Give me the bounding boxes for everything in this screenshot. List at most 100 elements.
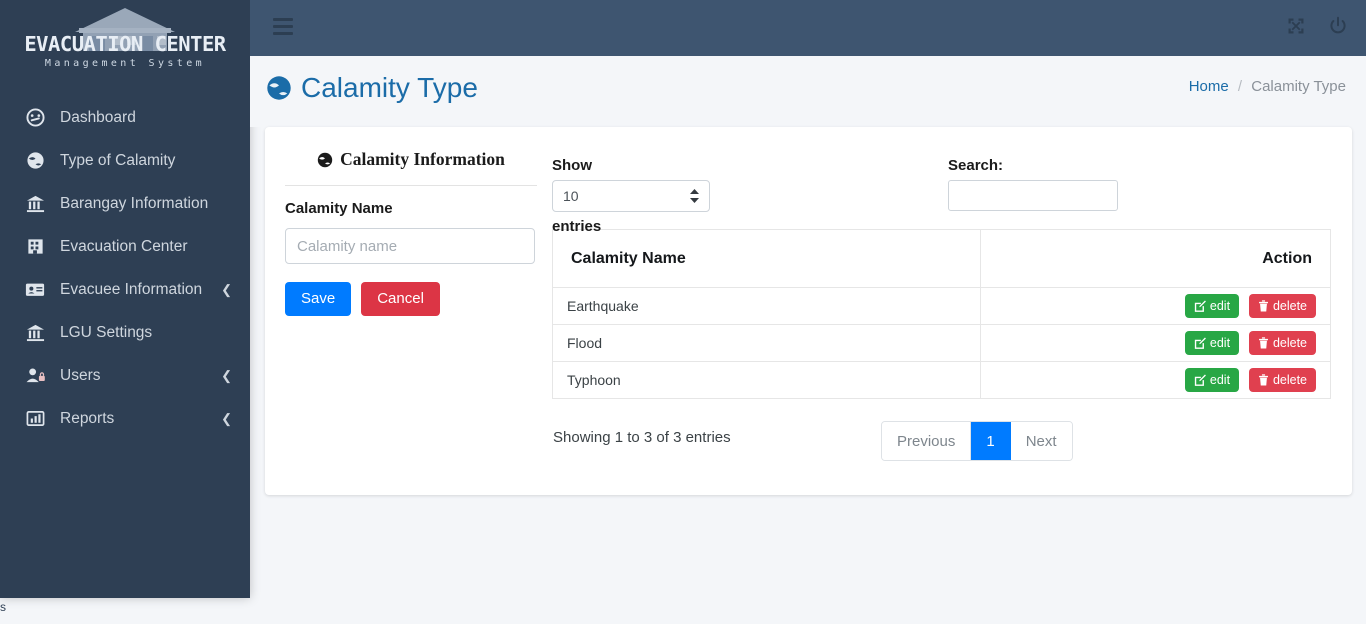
hamburger-icon[interactable] xyxy=(273,18,295,36)
table-header-row: Calamity Name Action xyxy=(552,229,1331,288)
table-row: Typhoon edit delete xyxy=(552,361,1331,399)
page-length-control: Show 10 entries xyxy=(552,157,710,235)
brand-subtitle: Management System xyxy=(44,58,206,69)
sidebar-item-users[interactable]: Users ❮ xyxy=(0,354,250,397)
table-footer: Showing 1 to 3 of 3 entries Previous 1 N… xyxy=(552,421,1332,465)
edit-button[interactable]: edit xyxy=(1184,368,1240,392)
table-search: Search: xyxy=(948,157,1118,211)
sidebar-item-evacuee-information[interactable]: Evacuee Information ❮ xyxy=(0,268,250,311)
sidebar-item-label: Evacuee Information xyxy=(60,280,203,298)
calamity-form: Calamity Information Calamity Name Save … xyxy=(285,149,537,316)
sidebar-item-label: Dashboard xyxy=(60,108,136,126)
building-icon xyxy=(22,237,48,257)
pagination: Previous 1 Next xyxy=(881,421,1073,461)
brand-title: EVACUATION CENTER xyxy=(24,32,226,56)
page-length-value: 10 xyxy=(563,188,579,204)
table-controls: Show 10 entries Search: xyxy=(552,147,1332,235)
sidebar-item-label: Type of Calamity xyxy=(60,151,176,169)
sidebar-item-evacuation-center[interactable]: Evacuation Center xyxy=(0,225,250,268)
expand-arrows-icon[interactable] xyxy=(1286,16,1306,41)
delete-button[interactable]: delete xyxy=(1248,294,1316,318)
search-label: Search: xyxy=(948,157,1004,174)
cell-calamity-name: Earthquake xyxy=(552,287,981,325)
pagination-page-1[interactable]: 1 xyxy=(971,422,1011,460)
pencil-square-icon xyxy=(1194,374,1206,386)
chevron-left-icon: ❮ xyxy=(221,411,232,426)
table-info: Showing 1 to 3 of 3 entries xyxy=(553,429,731,446)
id-card-icon xyxy=(22,280,48,300)
globe-icon xyxy=(22,151,48,171)
page-title: Calamity Type xyxy=(266,72,478,104)
tachometer-icon xyxy=(22,108,48,128)
edit-button-label: edit xyxy=(1209,336,1231,350)
cancel-button[interactable]: Cancel xyxy=(361,282,440,316)
trash-icon xyxy=(1258,337,1269,349)
pencil-square-icon xyxy=(1194,337,1206,349)
pagination-previous[interactable]: Previous xyxy=(882,422,972,460)
sidebar-item-label: Reports xyxy=(60,409,115,427)
page-length-select[interactable]: 10 xyxy=(552,180,710,212)
sidebar-nav: Dashboard Type of Calamity Barangay Info… xyxy=(0,96,250,440)
table-head: Calamity Name Action xyxy=(552,229,1331,288)
sidebar-item-reports[interactable]: Reports ❮ xyxy=(0,397,250,440)
delete-button-label: delete xyxy=(1272,336,1307,350)
app-root: EVACUATION CENTER Management System Dash… xyxy=(0,0,1366,624)
power-off-icon[interactable] xyxy=(1328,16,1348,41)
globe-icon xyxy=(317,152,333,168)
delete-button[interactable]: delete xyxy=(1248,368,1316,392)
breadcrumb-home-link[interactable]: Home xyxy=(1189,78,1229,95)
topbar xyxy=(250,0,1366,56)
page-title-text: Calamity Type xyxy=(301,72,478,103)
user-lock-icon xyxy=(22,366,48,386)
trash-icon xyxy=(1258,300,1269,312)
sidebar-item-dashboard[interactable]: Dashboard xyxy=(0,96,250,139)
table-row: Flood edit delete xyxy=(552,324,1331,362)
calamity-name-label: Calamity Name xyxy=(285,200,393,217)
page-header: Calamity Type Home / Calamity Type xyxy=(250,56,1366,127)
edit-button-label: edit xyxy=(1209,299,1231,313)
delete-button-label: delete xyxy=(1272,373,1307,387)
edit-button[interactable]: edit xyxy=(1184,331,1240,355)
form-actions: Save Cancel xyxy=(285,282,537,316)
edit-button[interactable]: edit xyxy=(1184,294,1240,318)
brand-logo[interactable]: EVACUATION CENTER Management System xyxy=(0,0,250,82)
cell-actions: edit delete xyxy=(980,361,1331,399)
trash-icon xyxy=(1258,374,1269,386)
sidebar: EVACUATION CENTER Management System Dash… xyxy=(0,0,250,598)
table-row: Earthquake edit delete xyxy=(552,287,1331,325)
breadcrumb-current: Calamity Type xyxy=(1251,78,1346,95)
calamity-table-section: Show 10 entries Search: Calamity Name Ac… xyxy=(552,147,1332,465)
sidebar-item-label: Users xyxy=(60,366,101,384)
pencil-square-icon xyxy=(1194,300,1206,312)
sidebar-item-barangay-information[interactable]: Barangay Information xyxy=(0,182,250,225)
sidebar-item-label: Evacuation Center xyxy=(60,237,188,255)
chart-bar-icon xyxy=(22,409,48,429)
sidebar-item-label: LGU Settings xyxy=(60,323,153,341)
globe-icon xyxy=(266,75,292,101)
delete-button[interactable]: delete xyxy=(1248,331,1316,355)
edit-button-label: edit xyxy=(1209,373,1231,387)
search-input[interactable] xyxy=(948,180,1118,211)
calamity-table: Calamity Name Action Earthquake edit del… xyxy=(552,229,1331,399)
cell-calamity-name: Typhoon xyxy=(552,361,981,399)
chevron-updown-icon xyxy=(689,188,700,204)
save-button[interactable]: Save xyxy=(285,282,352,316)
bank-icon xyxy=(22,323,48,343)
breadcrumb: Home / Calamity Type xyxy=(1189,78,1346,95)
sidebar-item-label: Barangay Information xyxy=(60,194,209,212)
topbar-actions xyxy=(1286,0,1348,56)
bank-icon xyxy=(22,194,48,214)
entries-label: entries xyxy=(552,218,602,235)
footer-partial-text: s xyxy=(0,600,6,614)
sidebar-item-lgu-settings[interactable]: LGU Settings xyxy=(0,311,250,354)
sidebar-item-type-of-calamity[interactable]: Type of Calamity xyxy=(0,139,250,182)
cell-calamity-name: Flood xyxy=(552,324,981,362)
calamity-name-input[interactable] xyxy=(285,228,535,264)
table-body: Earthquake edit delete Flood edit delete… xyxy=(552,287,1331,399)
form-heading-text: Calamity Information xyxy=(340,149,505,169)
breadcrumb-separator: / xyxy=(1237,78,1243,95)
column-header-calamity-name: Calamity Name xyxy=(552,229,981,288)
cell-actions: edit delete xyxy=(980,287,1331,325)
pagination-next[interactable]: Next xyxy=(1010,422,1072,460)
show-label: Show xyxy=(552,157,592,174)
